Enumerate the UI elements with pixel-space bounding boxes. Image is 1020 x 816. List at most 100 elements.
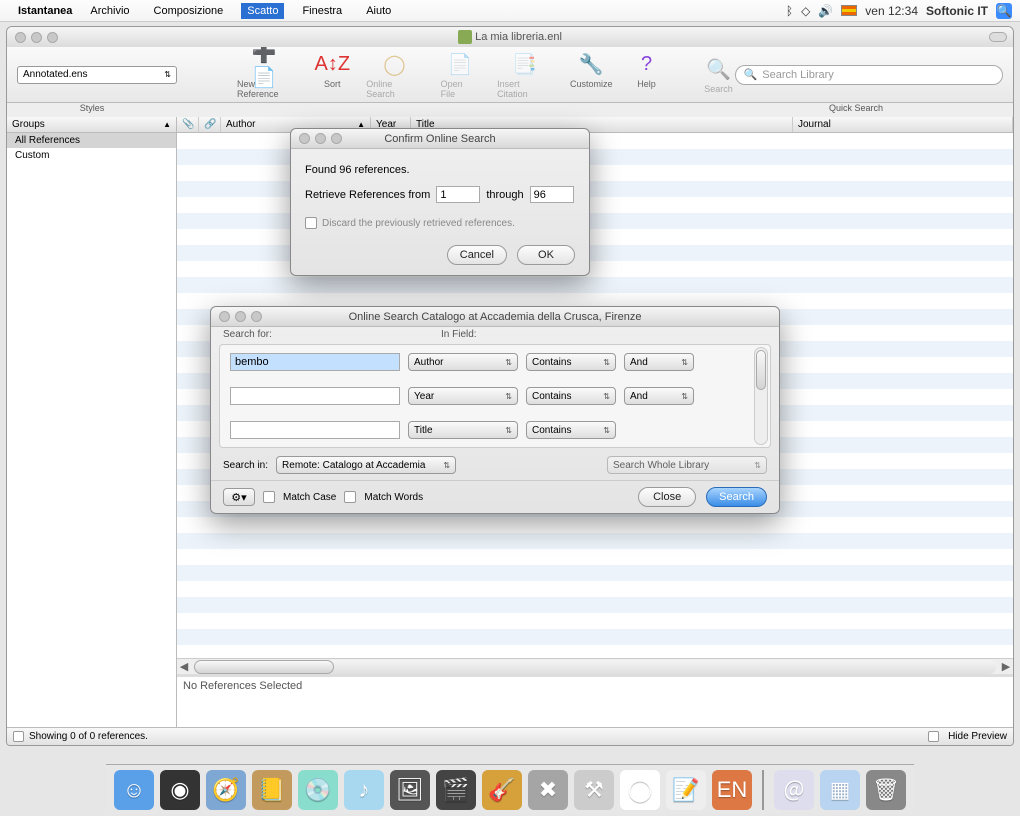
- dock-safari-icon[interactable]: 🧭: [206, 770, 246, 810]
- dock-mail-stack-icon[interactable]: ＠: [774, 770, 814, 810]
- dock-textedit-icon[interactable]: 📝: [666, 770, 706, 810]
- dock-doc-icon[interactable]: ▦: [820, 770, 860, 810]
- dropdown-arrows-icon: ⇅: [164, 70, 171, 79]
- window-title: La mia libreria.enl: [7, 30, 1013, 44]
- field-2-popup[interactable]: Year⇅: [408, 387, 518, 405]
- match-case-checkbox[interactable]: [263, 491, 275, 503]
- dock-garageband-icon[interactable]: 🎸: [482, 770, 522, 810]
- cancel-button[interactable]: Cancel: [447, 245, 507, 265]
- spotlight-icon[interactable]: 🔍: [996, 3, 1012, 19]
- search-button[interactable]: Search: [706, 487, 767, 507]
- online-search-dialog: Online Search Catalogo at Accademia dell…: [210, 306, 780, 514]
- gear-menu-button[interactable]: ⚙▾: [223, 488, 255, 506]
- scroll-right-icon[interactable]: ▶: [999, 660, 1013, 673]
- hide-preview-checkbox[interactable]: [928, 731, 939, 742]
- search-row-3: Title⇅ Contains⇅: [230, 421, 760, 439]
- style-selected-value: Annotated.ens: [23, 69, 88, 80]
- op-3-popup[interactable]: Contains⇅: [526, 421, 616, 439]
- menu-composizione[interactable]: Composizione: [148, 3, 230, 19]
- op-2-popup[interactable]: Contains⇅: [526, 387, 616, 405]
- dock-addressbook-icon[interactable]: 📒: [252, 770, 292, 810]
- dock-xcode-icon[interactable]: ⚒: [574, 770, 614, 810]
- field-1-popup[interactable]: Author⇅: [408, 353, 518, 371]
- dock-itunes-icon[interactable]: ♪: [344, 770, 384, 810]
- search-row-2: Year⇅ Contains⇅ And⇅: [230, 387, 760, 405]
- sort-icon: A↕Z: [316, 51, 348, 79]
- scroll-thumb[interactable]: [194, 660, 334, 674]
- quick-search-label: Quick Search: [177, 103, 1013, 117]
- menu-aiuto[interactable]: Aiuto: [360, 3, 397, 19]
- menu-archivio[interactable]: Archivio: [84, 3, 135, 19]
- discard-checkbox[interactable]: [305, 217, 317, 229]
- menu-scatto[interactable]: Scatto: [241, 3, 284, 19]
- search-whole-library-popup[interactable]: Search Whole Library⇅: [607, 456, 767, 474]
- ok-button[interactable]: OK: [517, 245, 575, 265]
- open-file-button[interactable]: 📄 Open File: [441, 51, 480, 99]
- groups-header[interactable]: Groups ▲: [7, 117, 176, 133]
- styles-label: Styles: [7, 103, 177, 117]
- menu-finestra[interactable]: Finestra: [296, 3, 348, 19]
- search-library-input[interactable]: 🔍 Search Library: [735, 65, 1003, 85]
- bluetooth-icon[interactable]: ᛒ: [786, 4, 793, 18]
- in-field-label: In Field:: [441, 329, 477, 340]
- col-image-header[interactable]: 📎: [177, 117, 199, 132]
- dock-imovie-icon[interactable]: 🎬: [436, 770, 476, 810]
- conj-1-popup[interactable]: And⇅: [624, 353, 694, 371]
- scroll-left-icon[interactable]: ◀: [177, 660, 191, 673]
- retrieve-from-input[interactable]: [436, 186, 480, 203]
- match-words-checkbox[interactable]: [344, 491, 356, 503]
- dock-finder-icon[interactable]: ☺: [114, 770, 154, 810]
- search-term-3-input[interactable]: [230, 421, 400, 439]
- wifi-icon[interactable]: ◇: [801, 4, 810, 18]
- dock-dashboard-icon[interactable]: ◉: [160, 770, 200, 810]
- search-rows-scrollbar[interactable]: [754, 347, 768, 445]
- close-dialog-button[interactable]: Close: [638, 487, 696, 507]
- app-name[interactable]: Istantanea: [18, 5, 72, 17]
- style-selector[interactable]: Annotated.ens ⇅: [17, 66, 177, 84]
- confirm-online-search-dialog: Confirm Online Search Found 96 reference…: [290, 128, 590, 276]
- dock-trash-icon[interactable]: 🗑: [866, 770, 906, 810]
- group-custom[interactable]: Custom: [7, 148, 176, 163]
- file-icon: 📄: [444, 51, 476, 79]
- scrollbar-thumb[interactable]: [756, 350, 766, 390]
- clock[interactable]: ven 12:34: [865, 4, 918, 18]
- search-dialog-title: Online Search Catalogo at Accademia dell…: [211, 311, 779, 323]
- help-button[interactable]: ? Help: [631, 51, 663, 99]
- toolbar-pill-button[interactable]: [989, 32, 1007, 42]
- titlebar[interactable]: La mia libreria.enl: [7, 27, 1013, 47]
- retrieve-to-input[interactable]: [530, 186, 574, 203]
- volume-icon[interactable]: 🔊: [818, 4, 833, 18]
- dock-iphoto-icon[interactable]: 🖼: [390, 770, 430, 810]
- new-reference-button[interactable]: ➕📄 New Reference: [237, 51, 298, 99]
- dock-endnote-icon[interactable]: EN: [712, 770, 752, 810]
- search-term-2-input[interactable]: [230, 387, 400, 405]
- user-name[interactable]: Softonic IT: [926, 4, 988, 18]
- col-journal-header[interactable]: Journal: [793, 117, 1013, 132]
- retrieve-label: Retrieve References from: [305, 189, 430, 201]
- op-1-popup[interactable]: Contains⇅: [526, 353, 616, 371]
- field-3-popup[interactable]: Title⇅: [408, 421, 518, 439]
- menubar-status: ᛒ ◇ 🔊 ven 12:34 Softonic IT 🔍: [786, 3, 1012, 19]
- conj-2-popup[interactable]: And⇅: [624, 387, 694, 405]
- dock-utility-icon[interactable]: ✖: [528, 770, 568, 810]
- menubar: Istantanea Archivio Composizione Scatto …: [0, 0, 1020, 22]
- input-flag-icon[interactable]: [841, 5, 857, 16]
- sort-button[interactable]: A↕Z Sort: [316, 51, 348, 99]
- dock-swirl-icon[interactable]: ◯: [620, 770, 660, 810]
- dock-cd-icon[interactable]: 💿: [298, 770, 338, 810]
- horizontal-scrollbar[interactable]: ◀ ▶: [177, 658, 1013, 674]
- status-checkbox[interactable]: [13, 731, 24, 742]
- search-action-button[interactable]: 🔍 Search: [703, 56, 735, 94]
- search-term-1-input[interactable]: [230, 353, 400, 371]
- search-in-popup[interactable]: Remote: Catalogo at Accademia⇅: [276, 456, 456, 474]
- confirm-dialog-title: Confirm Online Search: [291, 133, 589, 145]
- search-icon: 🔍: [744, 68, 758, 81]
- dock-area: ☺◉🧭📒💿♪🖼🎬🎸✖⚒◯📝EN ＠▦🗑: [0, 762, 1020, 816]
- customize-button[interactable]: 🔧 Customize: [570, 51, 613, 99]
- found-references-text: Found 96 references.: [305, 164, 575, 176]
- insert-citation-button[interactable]: 📑 Insert Citation: [497, 51, 552, 99]
- col-paperclip-header[interactable]: 🔗: [199, 117, 221, 132]
- online-search-button[interactable]: ◯ Online Search: [366, 51, 422, 99]
- group-all-references[interactable]: All References: [7, 133, 176, 148]
- sort-triangle-icon: ▲: [163, 120, 171, 129]
